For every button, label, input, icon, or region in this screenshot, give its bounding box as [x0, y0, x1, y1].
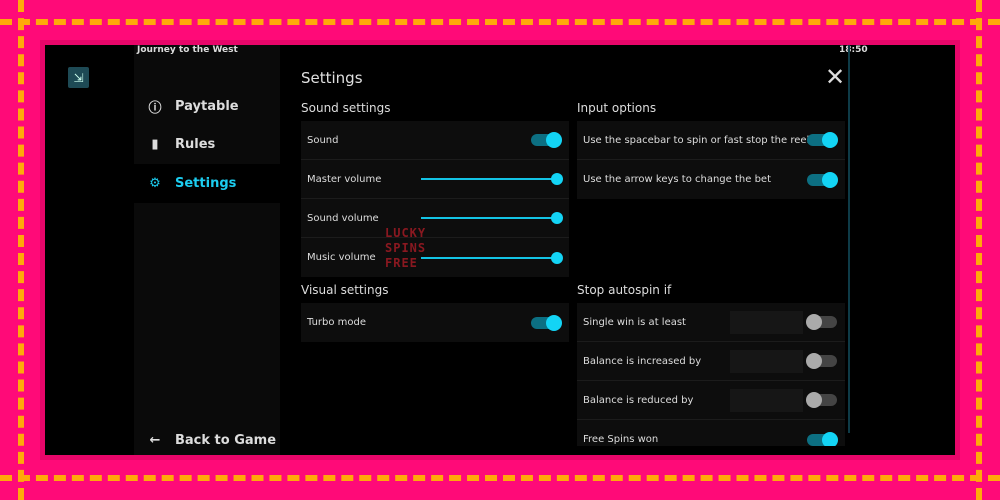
decorative-dash: [0, 19, 1000, 25]
spacebar-row: Use the spacebar to spin or fast stop th…: [577, 121, 845, 160]
sound-settings-card: Sound Master volume Sound volume Music v…: [301, 121, 569, 277]
decorative-dash: [18, 0, 24, 500]
arrows-toggle[interactable]: [807, 171, 838, 188]
sound-row: Sound: [301, 121, 569, 160]
music-volume-slider[interactable]: [421, 251, 563, 264]
free-spins-toggle[interactable]: [807, 431, 838, 446]
row-label: Balance is reduced by: [583, 394, 694, 406]
decorative-dash: [0, 475, 1000, 481]
sidebar-item-label: Paytable: [175, 99, 239, 114]
section-title: Visual settings: [301, 283, 389, 297]
row-label: Free Spins won: [583, 434, 659, 445]
back-to-game-button[interactable]: ← Back to Game: [134, 421, 280, 455]
gear-icon: ⚙: [149, 176, 161, 191]
autospin-row: Single win is at least: [577, 303, 845, 342]
row-label: Single win is at least: [583, 316, 686, 328]
game-screen: ⇲ ⓘ Paytable ▮ Rules ⚙ Settings ← Back to Ga…: [45, 45, 955, 455]
sound-volume-slider[interactable]: [421, 212, 563, 224]
info-icon: ⓘ: [148, 101, 162, 116]
section-title: Input options: [577, 101, 657, 115]
exit-fullscreen-icon[interactable]: ⇲: [68, 67, 89, 88]
balance-reduced-input[interactable]: [730, 388, 803, 412]
turbo-toggle[interactable]: [531, 314, 562, 331]
visual-settings-card: Turbo mode: [301, 303, 569, 342]
single-win-toggle[interactable]: [806, 314, 837, 330]
music-volume-row: Music volume: [301, 238, 569, 277]
section-title: Stop autospin if: [577, 283, 672, 297]
close-icon[interactable]: ✕: [825, 63, 845, 91]
input-options-card: Use the spacebar to spin or fast stop th…: [577, 121, 845, 199]
sidebar: ⓘ Paytable ▮ Rules ⚙ Settings ← Back to Game: [134, 45, 280, 455]
book-icon: ▮: [151, 137, 159, 152]
autospin-row: Balance is reduced by: [577, 381, 845, 420]
sound-volume-row: Sound volume: [301, 199, 569, 238]
balance-reduced-toggle[interactable]: [806, 392, 837, 408]
autospin-row: Free Spins won: [577, 420, 845, 446]
row-label: Use the arrow keys to change the bet: [583, 174, 771, 185]
master-volume-row: Master volume: [301, 160, 569, 199]
single-win-input[interactable]: [730, 310, 803, 334]
sidebar-item-label: Rules: [175, 137, 216, 152]
arrow-left-icon: ←: [149, 433, 161, 448]
sidebar-item-rules[interactable]: ▮ Rules: [134, 125, 280, 164]
turbo-row: Turbo mode: [301, 303, 569, 342]
row-label: Turbo mode: [307, 317, 367, 328]
row-label: Sound: [307, 134, 339, 146]
game-title: Journey to the West: [137, 45, 238, 55]
spacebar-toggle[interactable]: [807, 132, 838, 148]
page-title: Settings: [301, 69, 363, 87]
scrollbar[interactable]: [848, 45, 850, 433]
sidebar-item-settings[interactable]: ⚙ Settings: [134, 164, 280, 203]
row-label: Master volume: [307, 173, 382, 185]
autospin-card: Single win is at least Balance is increa…: [577, 303, 845, 446]
master-volume-slider[interactable]: [421, 173, 563, 185]
back-label: Back to Game: [175, 433, 277, 448]
sidebar-item-paytable[interactable]: ⓘ Paytable: [134, 87, 280, 126]
sidebar-item-label: Settings: [175, 176, 237, 191]
decorative-dash: [976, 0, 982, 500]
balance-increased-toggle[interactable]: [806, 353, 837, 369]
arrows-row: Use the arrow keys to change the bet: [577, 160, 845, 199]
autospin-row: Balance is increased by: [577, 342, 845, 381]
row-label: Sound volume: [307, 212, 379, 224]
watermark-logo: LUCKY SPINS FREE: [385, 226, 427, 270]
section-title: Sound settings: [301, 101, 391, 115]
sound-toggle[interactable]: [531, 132, 562, 148]
row-label: Balance is increased by: [583, 355, 702, 367]
row-label: Music volume: [307, 252, 376, 263]
row-label: Use the spacebar to spin or fast stop th…: [583, 134, 815, 146]
balance-increased-input[interactable]: [730, 349, 803, 373]
clock: 18:50: [839, 45, 868, 55]
